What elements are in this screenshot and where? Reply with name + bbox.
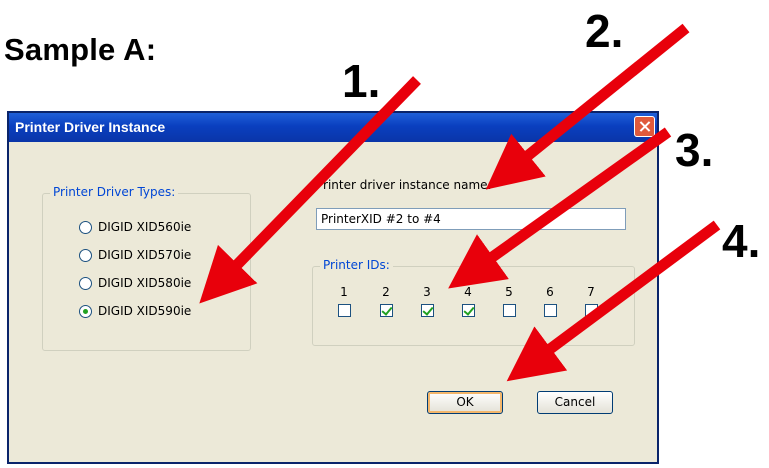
- arrow-1: [199, 76, 421, 304]
- annotation-arrows: [199, 23, 721, 382]
- arrow-4: [506, 220, 721, 382]
- arrow-3: [448, 127, 672, 289]
